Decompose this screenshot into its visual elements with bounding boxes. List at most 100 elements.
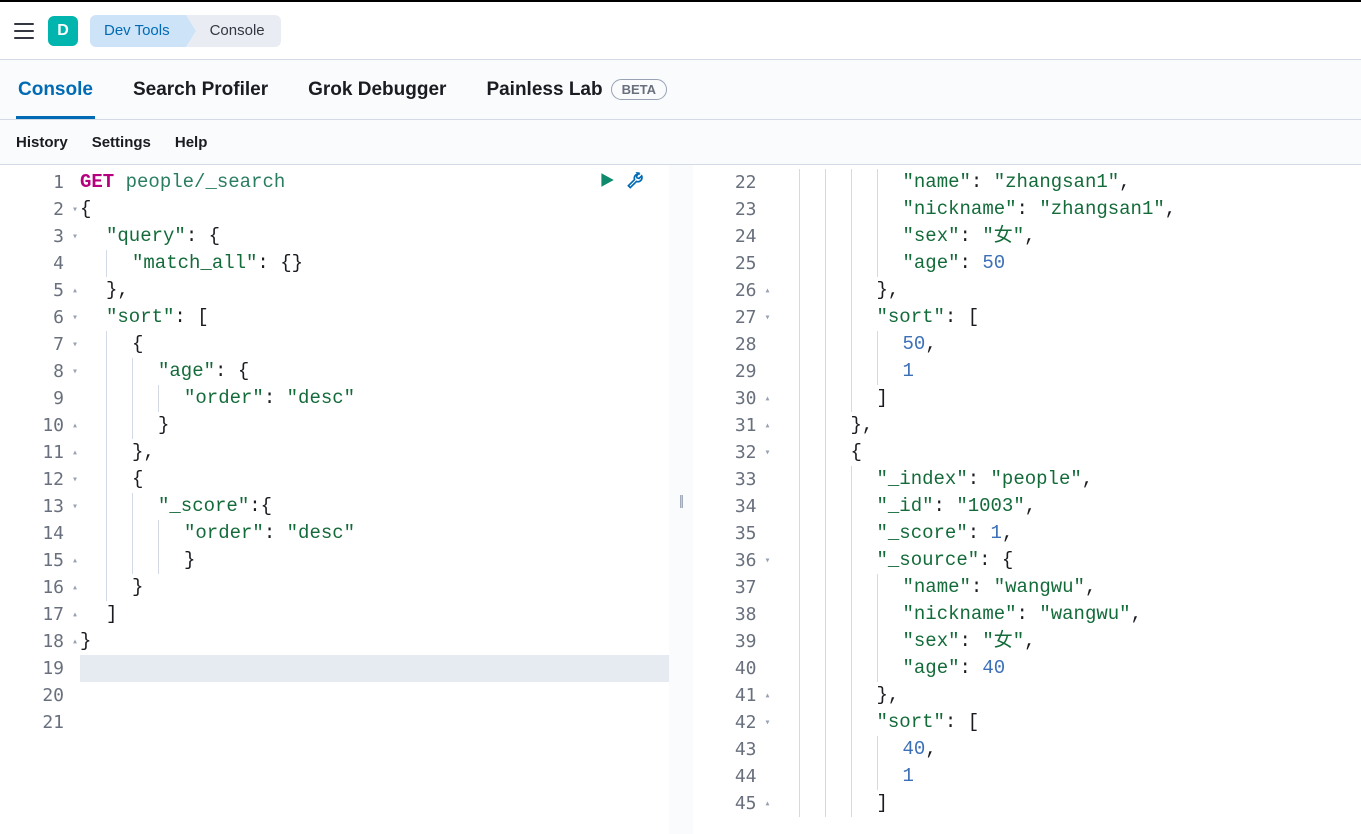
line-number: 30: [693, 385, 773, 412]
code-line: }: [80, 574, 669, 601]
code-line: "order": "desc": [80, 520, 669, 547]
line-number: 3: [0, 223, 80, 250]
code-line: 1: [773, 763, 1361, 790]
line-number: 9: [0, 385, 80, 412]
code-line: },: [80, 439, 669, 466]
line-number: 32: [693, 439, 773, 466]
line-number: 10: [0, 412, 80, 439]
line-number: 29: [693, 358, 773, 385]
code-line: ]: [80, 601, 669, 628]
code-line: 40,: [773, 736, 1361, 763]
tab-painless-lab[interactable]: Painless Lab BETA: [484, 61, 669, 119]
tab-bar: Console Search Profiler Grok Debugger Pa…: [0, 60, 1361, 120]
line-number: 1: [0, 169, 80, 196]
code-line: [80, 709, 669, 736]
breadcrumb-devtools[interactable]: Dev Tools: [90, 15, 186, 47]
request-actions: [598, 171, 645, 190]
top-bar: D Dev Tools Console: [0, 0, 1361, 60]
line-number: 45: [693, 790, 773, 817]
breadcrumb: Dev Tools Console: [90, 15, 281, 47]
code-line: "_source": {: [773, 547, 1361, 574]
code-line: GET people/_search: [80, 169, 669, 196]
line-number: 7: [0, 331, 80, 358]
line-number: 20: [0, 682, 80, 709]
line-number: 4: [0, 250, 80, 277]
line-number: 23: [693, 196, 773, 223]
breadcrumb-console[interactable]: Console: [186, 15, 281, 47]
tab-search-profiler[interactable]: Search Profiler: [131, 61, 270, 119]
code-line: "query": {: [80, 223, 669, 250]
line-number: 39: [693, 628, 773, 655]
code-line: {: [80, 196, 669, 223]
code-line: "_id": "1003",: [773, 493, 1361, 520]
code-line: "sex": "女",: [773, 223, 1361, 250]
workspace: 123456789101112131415161718192021 GET pe…: [0, 164, 1361, 834]
code-line: [80, 655, 669, 682]
code-line: },: [773, 412, 1361, 439]
code-line: "sex": "女",: [773, 628, 1361, 655]
line-number: 15: [0, 547, 80, 574]
panel-splitter[interactable]: ||: [669, 164, 693, 834]
code-line: }: [80, 628, 669, 655]
code-line: "name": "zhangsan1",: [773, 169, 1361, 196]
line-number: 35: [693, 520, 773, 547]
line-number: 14: [0, 520, 80, 547]
line-number: 40: [693, 655, 773, 682]
menu-icon[interactable]: [12, 19, 36, 43]
code-line: {: [773, 439, 1361, 466]
code-line: "_score":{: [80, 493, 669, 520]
code-line: 1: [773, 358, 1361, 385]
line-number: 5: [0, 277, 80, 304]
run-icon[interactable]: [598, 171, 616, 190]
code-line: },: [773, 682, 1361, 709]
app-badge[interactable]: D: [48, 16, 78, 46]
line-number: 43: [693, 736, 773, 763]
subtab-settings[interactable]: Settings: [92, 134, 151, 151]
line-number: 19: [0, 655, 80, 682]
code-line: "nickname": "zhangsan1",: [773, 196, 1361, 223]
code-line: "order": "desc": [80, 385, 669, 412]
code-line: "age": 50: [773, 250, 1361, 277]
line-number: 11: [0, 439, 80, 466]
line-number: 24: [693, 223, 773, 250]
line-number: 34: [693, 493, 773, 520]
code-line: {: [80, 466, 669, 493]
beta-badge: BETA: [611, 79, 667, 100]
line-number: 42: [693, 709, 773, 736]
code-line: "nickname": "wangwu",: [773, 601, 1361, 628]
code-line: },: [80, 277, 669, 304]
line-number: 17: [0, 601, 80, 628]
line-number: 31: [693, 412, 773, 439]
line-number: 36: [693, 547, 773, 574]
line-number: 44: [693, 763, 773, 790]
code-line: "sort": [: [80, 304, 669, 331]
line-number: 2: [0, 196, 80, 223]
line-number: 27: [693, 304, 773, 331]
response-gutter: 2223242526272829303132333435363738394041…: [693, 165, 773, 834]
line-number: 37: [693, 574, 773, 601]
code-line: "sort": [: [773, 709, 1361, 736]
tab-console[interactable]: Console: [16, 61, 95, 119]
subtab-help[interactable]: Help: [175, 134, 208, 151]
tab-grok-debugger[interactable]: Grok Debugger: [306, 61, 448, 119]
code-line: ]: [773, 790, 1361, 817]
code-line: "age": 40: [773, 655, 1361, 682]
code-line: "_score": 1,: [773, 520, 1361, 547]
code-line: [80, 682, 669, 709]
line-number: 18: [0, 628, 80, 655]
code-line: },: [773, 277, 1361, 304]
code-line: 50,: [773, 331, 1361, 358]
line-number: 38: [693, 601, 773, 628]
line-number: 8: [0, 358, 80, 385]
request-panel: 123456789101112131415161718192021 GET pe…: [0, 164, 669, 834]
line-number: 33: [693, 466, 773, 493]
tab-painless-label: Painless Lab: [486, 79, 602, 101]
request-editor[interactable]: GET people/_search{"query": {"match_all"…: [80, 165, 669, 834]
line-number: 12: [0, 466, 80, 493]
subtab-history[interactable]: History: [16, 134, 68, 151]
wrench-icon[interactable]: [626, 171, 645, 190]
code-line: }: [80, 547, 669, 574]
response-viewer[interactable]: "name": "zhangsan1","nickname": "zhangsa…: [773, 165, 1361, 834]
code-line: "_index": "people",: [773, 466, 1361, 493]
line-number: 41: [693, 682, 773, 709]
